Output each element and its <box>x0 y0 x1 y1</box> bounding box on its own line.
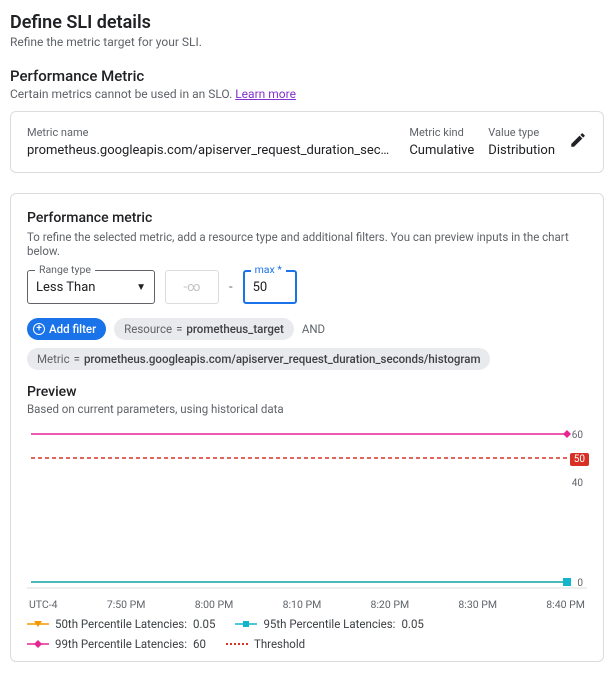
svg-text:0: 0 <box>577 578 583 589</box>
svg-text:60: 60 <box>572 430 584 441</box>
metric-kind-value: Cumulative <box>409 143 474 158</box>
max-label: max * <box>251 263 286 276</box>
metric-kind-label: Metric kind <box>409 126 474 139</box>
value-type-label: Value type <box>488 126 555 139</box>
metric-summary-card: Metric name prometheus.googleapis.com/ap… <box>10 111 604 173</box>
filter-and: AND <box>302 322 325 336</box>
plus-icon: + <box>33 323 45 335</box>
preview-desc: Based on current parameters, using histo… <box>27 402 587 416</box>
learn-more-link[interactable]: Learn more <box>235 87 296 101</box>
refine-desc: To refine the selected metric, add a res… <box>27 230 587 258</box>
filter-chip-metric[interactable]: Metric = prometheus.googleapis.com/apise… <box>27 348 490 370</box>
add-filter-button[interactable]: + Add filter <box>27 318 106 340</box>
value-type-value: Distribution <box>488 143 555 158</box>
legend-item-p95: 95th Percentile Latencies: 0.05 <box>235 617 423 631</box>
page-title: Define SLI details <box>10 12 604 33</box>
edit-icon[interactable] <box>569 131 587 153</box>
refine-panel: Performance metric To refine the selecte… <box>10 193 604 662</box>
section-subtitle-performance-metric: Certain metrics cannot be used in an SLO… <box>10 87 604 101</box>
preview-title: Preview <box>27 384 587 400</box>
range-dash: - <box>229 280 233 295</box>
min-input: -∞ <box>165 270 219 304</box>
threshold-badge: 50 <box>570 453 589 466</box>
range-type-label: Range type <box>35 263 95 276</box>
metric-name-value: prometheus.googleapis.com/apiserver_requ… <box>27 143 395 158</box>
refine-title: Performance metric <box>27 210 587 226</box>
page-subtitle: Refine the metric target for your SLI. <box>10 35 604 49</box>
section-title-performance-metric: Performance Metric <box>10 67 604 85</box>
chevron-down-icon: ▼ <box>136 282 146 293</box>
filter-chip-resource[interactable]: Resource = prometheus_target <box>114 318 294 340</box>
legend-item-threshold: Threshold <box>226 637 305 651</box>
chart-legend: 50th Percentile Latencies: 0.05 95th Per… <box>27 617 587 651</box>
legend-item-p99: 99th Percentile Latencies: 60 <box>27 637 206 651</box>
preview-chart: 60 40 0 50 <box>27 426 587 596</box>
svg-text:40: 40 <box>572 478 584 489</box>
metric-name-label: Metric name <box>27 126 395 139</box>
legend-item-p50: 50th Percentile Latencies: 0.05 <box>27 617 215 631</box>
x-axis-ticks: UTC-4 7:50 PM 8:00 PM 8:10 PM 8:20 PM 8:… <box>27 598 587 611</box>
